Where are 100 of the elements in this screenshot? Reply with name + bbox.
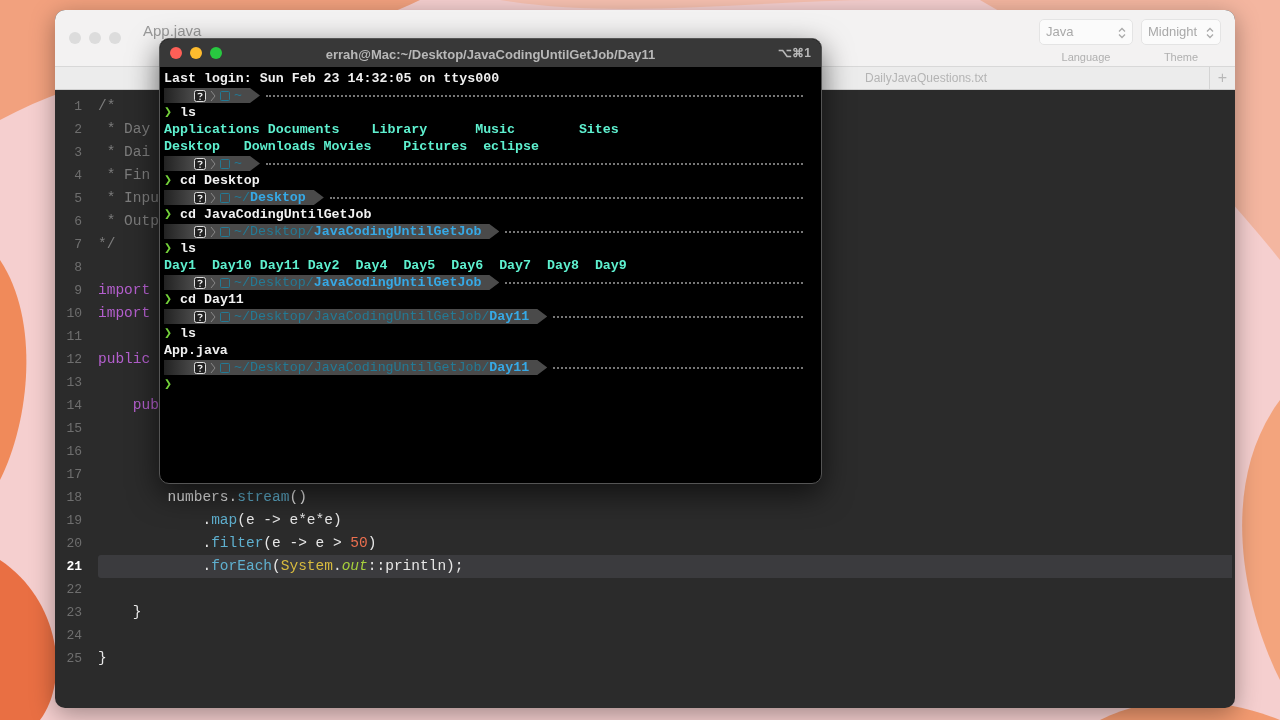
chevron-icon xyxy=(1206,26,1214,39)
file-name: Desktop xyxy=(164,138,221,155)
window-control[interactable] xyxy=(210,47,222,59)
folder-icon xyxy=(220,157,230,170)
line-number: 1 xyxy=(73,98,82,116)
command-text: cd JavaCodingUntilGetJob xyxy=(180,206,372,223)
command-text: cd Desktop xyxy=(180,172,260,189)
chevron-icon xyxy=(210,89,216,102)
chevron-icon xyxy=(210,310,216,323)
question-icon xyxy=(194,310,206,323)
command-text: ls xyxy=(180,104,196,121)
file-name: Day1 xyxy=(164,257,197,274)
line-number: 16 xyxy=(65,443,82,461)
line-number: 20 xyxy=(65,535,82,553)
file-name: Applications xyxy=(164,121,261,138)
line-number: 7 xyxy=(73,236,82,254)
select-label: Theme xyxy=(1163,49,1199,65)
line-number: 14 xyxy=(65,397,82,415)
command-text: ls xyxy=(180,325,196,342)
question-icon xyxy=(194,361,206,374)
file-name: Day11 xyxy=(259,257,301,274)
prompt-path: ~/Desktop/JavaCodingUntilGetJob xyxy=(234,274,482,291)
code-line: * Day xyxy=(105,120,151,139)
folder-icon xyxy=(220,191,230,204)
select-label: Language xyxy=(1061,49,1111,65)
prompt-symbol: ❯ xyxy=(164,291,172,308)
code-line: import xyxy=(98,281,151,300)
code-line: * Inpu xyxy=(105,189,159,208)
code-line: .map(e -> e*e*e) xyxy=(201,511,342,530)
line-number: 22 xyxy=(65,581,82,599)
code-line: /* xyxy=(98,97,116,116)
chevron-icon xyxy=(210,361,216,374)
line-number: 6 xyxy=(73,213,82,231)
folder-icon xyxy=(220,276,230,289)
prompt-symbol: ❯ xyxy=(164,104,172,121)
file-name: Day8 xyxy=(547,257,580,274)
window-title: App.java xyxy=(143,21,202,41)
file-name: Day5 xyxy=(403,257,437,274)
code-line: import xyxy=(98,304,151,323)
prompt-symbol: ❯ xyxy=(164,206,172,223)
code-line: public xyxy=(98,350,151,369)
editor-tab[interactable]: DailyJavaQuestions.txt xyxy=(865,69,988,87)
line-number: 21 xyxy=(65,558,82,576)
folder-icon xyxy=(220,225,230,238)
code-line: * Dai xyxy=(105,143,151,162)
dropdown-select[interactable]: Java xyxy=(1039,19,1133,45)
line-number: 2 xyxy=(73,121,82,139)
line-number: 13 xyxy=(65,374,82,392)
code-line: */ xyxy=(98,235,116,254)
line-number: 23 xyxy=(65,604,82,622)
question-icon xyxy=(194,157,206,170)
code-line: * Fin xyxy=(105,166,151,185)
line-number: 12 xyxy=(65,351,82,369)
code-line: numbers.stream() xyxy=(166,488,307,507)
folder-icon xyxy=(220,89,230,102)
folder-icon xyxy=(220,310,230,323)
code-line: pub xyxy=(131,396,159,415)
prompt-path: ~/Desktop/JavaCodingUntilGetJob/Day11 xyxy=(234,308,530,325)
line-number: 15 xyxy=(65,420,82,438)
window-title: errah@Mac:~/Desktop/JavaCodingUntilGetJob/Day11 xyxy=(325,46,656,64)
prompt-symbol: ❯ xyxy=(164,172,172,189)
prompt-path: ~/Desktop/JavaCodingUntilGetJob xyxy=(234,223,482,240)
line-number: 4 xyxy=(73,167,82,185)
line-number: 5 xyxy=(73,190,82,208)
window-control[interactable] xyxy=(190,47,202,59)
command-text: ls xyxy=(180,240,196,257)
file-name: Downloads xyxy=(243,138,317,155)
code-line: } xyxy=(98,649,107,668)
line-number: 10 xyxy=(65,305,82,323)
prompt-symbol: ❯ xyxy=(164,240,172,257)
line-number: 9 xyxy=(73,282,82,300)
command-text: cd Day11 xyxy=(180,291,244,308)
output-text: Last login: Sun Feb 23 14:32:05 on ttys000 xyxy=(164,70,500,87)
file-name: Day2 xyxy=(307,257,341,274)
new-tab-button[interactable]: + xyxy=(1209,67,1235,89)
dropdown-select[interactable]: Midnight xyxy=(1141,19,1221,45)
question-icon xyxy=(194,225,206,238)
file-name: Sites xyxy=(578,121,619,138)
line-number: 8 xyxy=(73,259,82,277)
file-name: Library xyxy=(371,121,429,138)
chevron-icon xyxy=(210,157,216,170)
code-line: * Outp xyxy=(105,212,159,231)
file-name: Day9 xyxy=(594,257,627,274)
file-name: Music xyxy=(475,121,517,138)
line-number: 3 xyxy=(73,144,82,162)
chevron-icon xyxy=(210,225,216,238)
line-number: 19 xyxy=(65,512,82,530)
question-icon xyxy=(194,276,206,289)
output-text: App.java xyxy=(164,342,228,359)
line-number: 24 xyxy=(65,627,82,645)
question-icon xyxy=(194,89,206,102)
question-icon xyxy=(194,191,206,204)
window-control[interactable] xyxy=(170,47,182,59)
prompt-path: ~/Desktop xyxy=(234,189,306,206)
file-name: eclipse xyxy=(483,138,539,155)
chevron-icon xyxy=(210,276,216,289)
prompt-path: ~ xyxy=(234,87,242,104)
file-name: Day10 xyxy=(211,257,253,274)
prompt-symbol: ❯ xyxy=(164,376,172,393)
chevron-icon xyxy=(210,191,216,204)
